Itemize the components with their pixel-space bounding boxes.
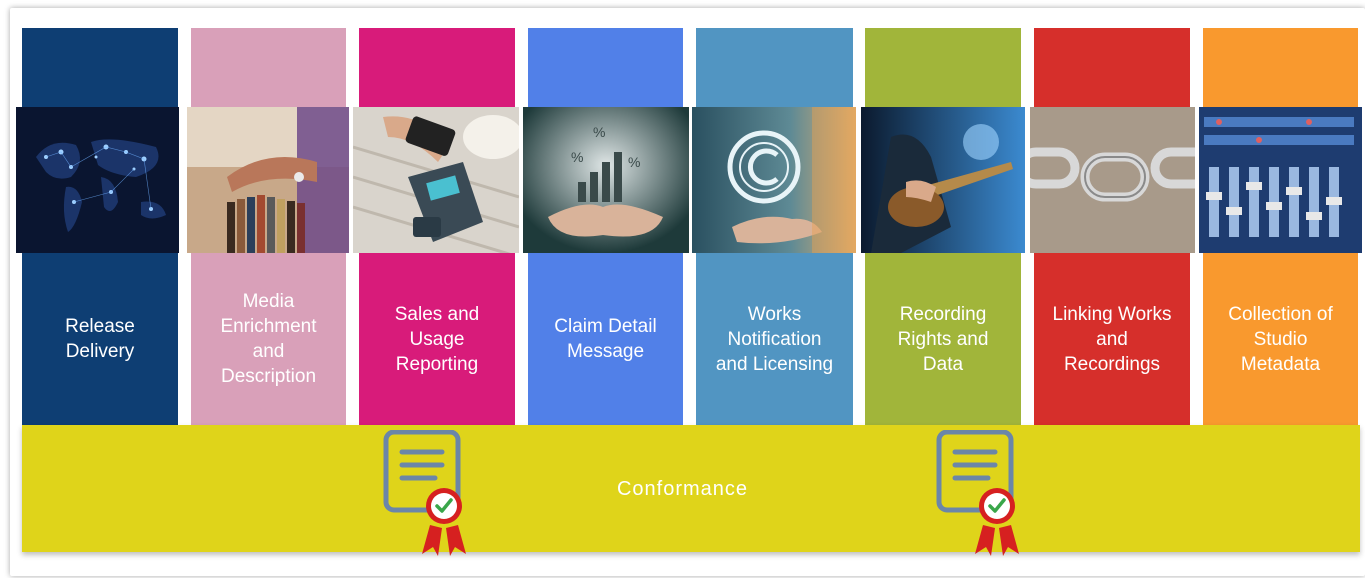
world-map-network-image xyxy=(16,107,179,253)
column-label: Linking Works and Recordings xyxy=(1034,253,1190,425)
column-label: Media Enrichment and Description xyxy=(191,253,346,425)
svg-text:%: % xyxy=(571,149,583,165)
column-label-text: Sales and Usage Reporting xyxy=(394,303,480,375)
column-label: Release Delivery xyxy=(22,253,178,425)
column-label-text: Media Enrichment and Description xyxy=(220,291,317,387)
mixing-console-image xyxy=(1199,107,1362,253)
column-label-text: Claim Detail Message xyxy=(554,316,657,362)
vinyl-record-browsing-image xyxy=(187,107,349,253)
column-label-text: Collection of Studio Metadata xyxy=(1228,303,1333,375)
svg-text:%: % xyxy=(628,154,640,170)
column-label-text: Release Delivery xyxy=(65,316,135,362)
hands-holding-percent-chart-image: % % % xyxy=(523,107,689,253)
card-payment-terminal-image xyxy=(353,107,519,253)
certificate-badge-icon xyxy=(380,429,470,556)
copyright-symbol-hand-image xyxy=(692,107,856,253)
column-label: Works Notification and Licensing xyxy=(696,253,853,425)
column-label: Recording Rights and Data xyxy=(865,253,1021,425)
column-label: Sales and Usage Reporting xyxy=(359,253,515,425)
certificate-badge-icon xyxy=(933,429,1023,556)
column-label-text: Linking Works and Recordings xyxy=(1052,303,1172,375)
column-label: Claim Detail Message xyxy=(528,253,683,425)
conformance-label: Conformance xyxy=(616,478,749,500)
column-label-text: Recording Rights and Data xyxy=(897,303,989,375)
guitarist-performing-image xyxy=(861,107,1025,253)
svg-text:%: % xyxy=(593,124,605,140)
metal-chain-links-image xyxy=(1030,107,1195,253)
column-label: Collection of Studio Metadata xyxy=(1203,253,1358,425)
column-label-text: Works Notification and Licensing xyxy=(715,303,834,375)
